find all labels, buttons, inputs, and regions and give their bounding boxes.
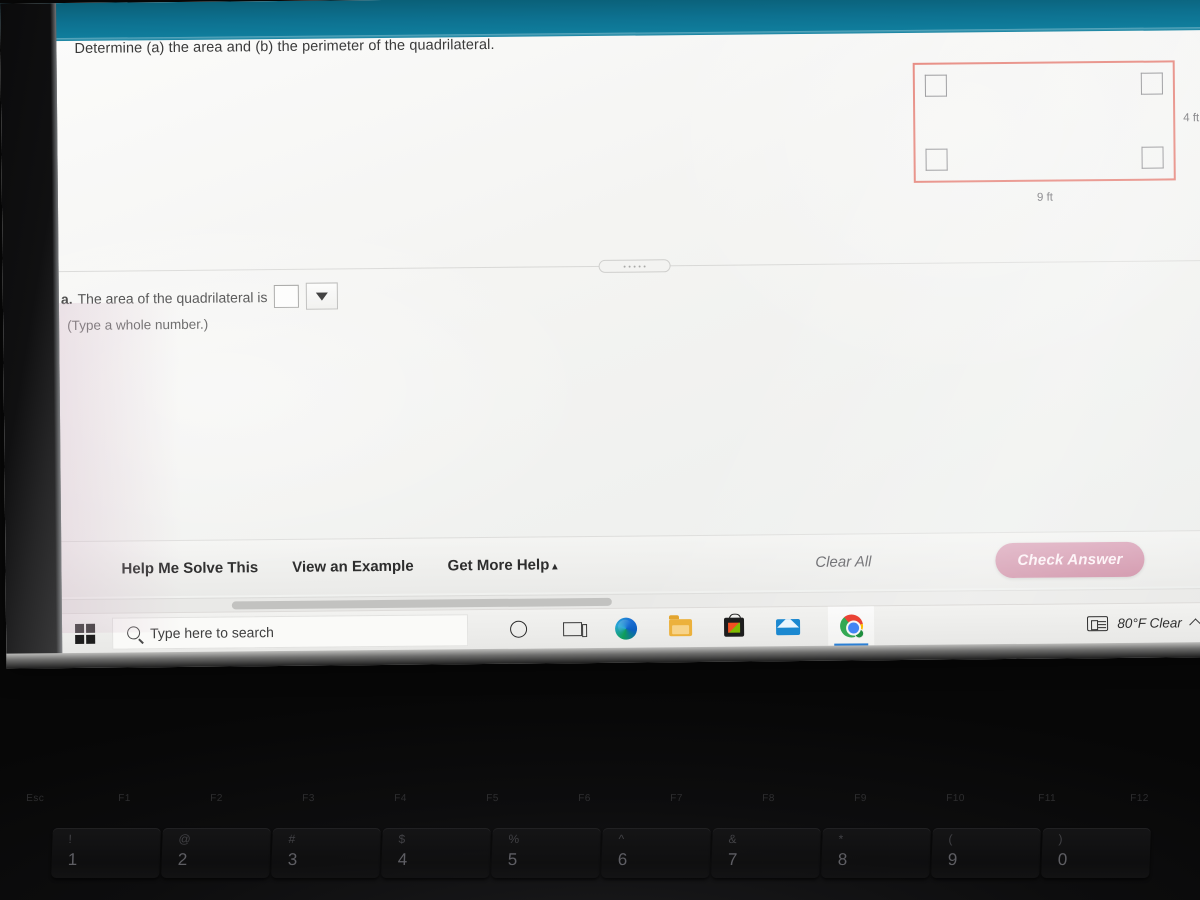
microsoft-store-icon[interactable]	[720, 613, 748, 641]
system-tray: 80°F Clear ▷	[1087, 615, 1200, 632]
check-answer-button[interactable]: Check Answer	[995, 541, 1145, 579]
exercise-toolbar: Help Me Solve This View an Example Get M…	[61, 529, 1200, 598]
right-angle-mark-top-left-b	[924, 74, 947, 97]
chrome-icon[interactable]	[827, 605, 875, 647]
edge-icon[interactable]	[612, 614, 640, 642]
laptop-keyboard-base	[0, 640, 1200, 900]
screen-left-bezel	[0, 3, 63, 669]
answer-line-a: a. The area of the quadrilateral is	[59, 278, 759, 312]
photo-of-laptop-screen: Esc F1 F2 F3 F4 F5 F6 F7 F8 F9 F10 F11 F12 ! 1 @2 #3 $4%…	[0, 0, 1200, 900]
unit-dropdown[interactable]	[305, 282, 338, 310]
grip-dot	[633, 265, 636, 268]
get-more-help-button[interactable]: Get More Help ▴	[448, 556, 558, 574]
quadrilateral-figure: 9 ft 4 ft	[905, 52, 1200, 235]
answer-part-letter: a.	[60, 290, 73, 307]
mail-icon[interactable]	[774, 612, 802, 640]
show-hidden-icons-chevron-up-icon[interactable]	[1188, 618, 1200, 632]
get-more-help-label: Get More Help	[447, 556, 550, 575]
mathxl-exercise-page: Determine (a) the area and (b) the perim…	[56, 21, 1200, 614]
taskbar-icons	[504, 605, 875, 650]
task-view-icon[interactable]	[558, 615, 586, 643]
figure-width-label: 9 ft	[1036, 191, 1054, 204]
chrome-badge	[853, 628, 864, 639]
start-button[interactable]	[62, 613, 108, 653]
help-me-solve-this-button[interactable]: Help Me Solve This	[121, 559, 258, 577]
file-explorer-icon[interactable]	[666, 614, 694, 642]
weather-status[interactable]: 80°F Clear	[1117, 615, 1182, 631]
grip-dot	[643, 264, 646, 267]
view-an-example-button[interactable]: View an Example	[292, 558, 414, 576]
laptop-screen: Determine (a) the area and (b) the perim…	[0, 0, 1200, 669]
right-angle-mark-top-right-b	[1140, 72, 1163, 95]
figure-height-label: 4 ft	[1183, 112, 1200, 125]
news-and-interests-icon[interactable]	[1087, 616, 1109, 632]
search-icon	[127, 626, 141, 640]
clear-all-button[interactable]: Clear All	[815, 553, 871, 571]
splitter-drag-handle[interactable]	[598, 259, 671, 273]
grip-dot	[628, 265, 631, 268]
answer-hint: (Type a whole number.)	[67, 316, 209, 334]
rectangle-outline	[912, 60, 1176, 183]
grip-dot	[623, 265, 626, 268]
answer-label: The area of the quadrilateral is	[77, 288, 268, 307]
search-input[interactable]: Type here to search	[111, 613, 469, 650]
windows-logo-icon	[75, 623, 96, 644]
chevron-up-icon: ▴	[552, 561, 558, 573]
area-answer-input[interactable]	[273, 284, 299, 309]
answer-area: a. The area of the quadrilateral is (Typ…	[59, 278, 759, 333]
panel-splitter[interactable]	[58, 254, 1200, 277]
grip-dot	[638, 265, 641, 268]
right-angle-mark-bottom-left-b	[925, 148, 948, 171]
chevron-down-icon	[315, 292, 328, 301]
search-placeholder: Type here to search	[150, 623, 274, 641]
right-angle-mark-bottom-right-b	[1141, 146, 1164, 169]
cortana-icon[interactable]	[504, 615, 532, 643]
